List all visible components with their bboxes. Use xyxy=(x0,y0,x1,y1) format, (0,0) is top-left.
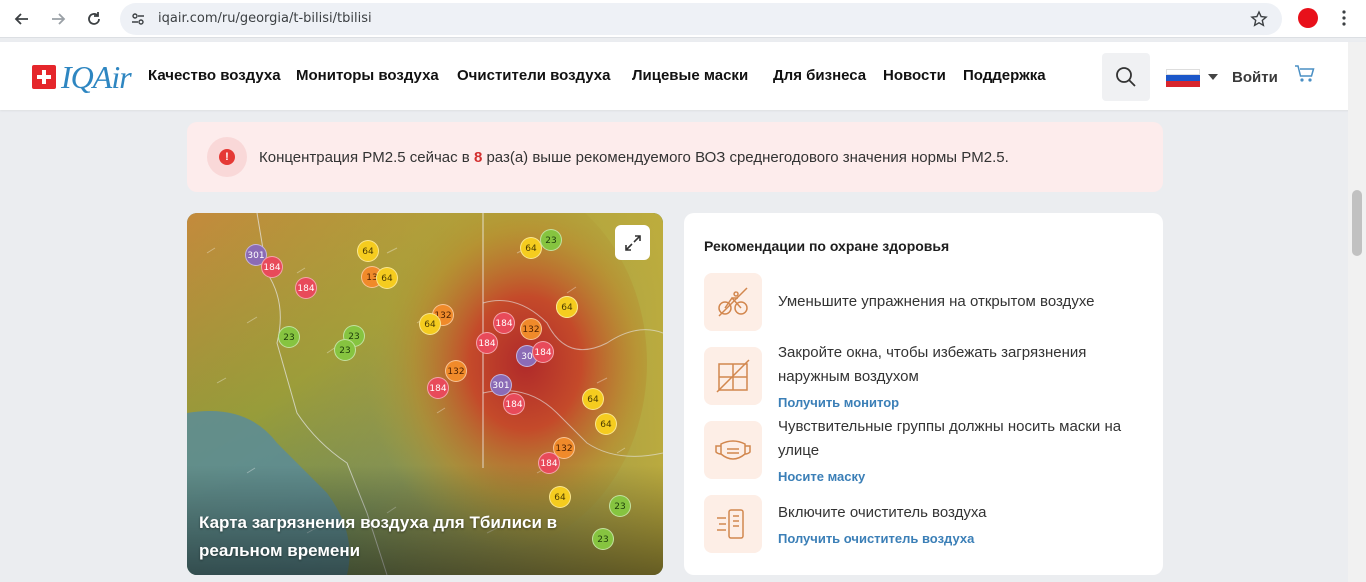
pollution-map[interactable]: 301 184 64 13 64 184 64 23 64 23 23 23 1… xyxy=(187,213,663,575)
site-header: IQAir Качество воздуха Мониторы воздуха … xyxy=(0,42,1366,110)
search-button[interactable] xyxy=(1102,53,1150,101)
language-caret-icon[interactable] xyxy=(1208,74,1218,80)
nav-news[interactable]: Новости xyxy=(883,67,946,84)
air-purifier-icon xyxy=(704,495,762,553)
logo-text: IQAir xyxy=(61,58,132,95)
map-marker[interactable]: 184 xyxy=(261,256,283,278)
reload-button[interactable] xyxy=(82,7,106,31)
nav-air-purifiers[interactable]: Очистители воздуха xyxy=(457,67,610,84)
map-marker[interactable]: 64 xyxy=(376,267,398,289)
map-marker[interactable]: 184 xyxy=(503,393,525,415)
alert-text-before: Концентрация PM2.5 сейчас в xyxy=(259,149,474,166)
exclamation-icon: ! xyxy=(219,149,235,165)
arrow-left-icon xyxy=(14,13,28,25)
login-link[interactable]: Войти xyxy=(1232,69,1278,86)
reload-icon xyxy=(88,12,100,25)
scrollbar-thumb[interactable] xyxy=(1352,190,1362,256)
arrow-right-icon xyxy=(52,13,66,25)
map-marker[interactable]: 64 xyxy=(520,237,542,259)
map-marker[interactable]: 64 xyxy=(582,388,604,410)
map-marker[interactable]: 132 xyxy=(520,318,542,340)
recommendations-title: Рекомендации по охране здоровья xyxy=(704,238,950,254)
nav-air-quality[interactable]: Качество воздуха xyxy=(148,67,281,84)
nav-support[interactable]: Поддержка xyxy=(963,67,1046,84)
map-marker[interactable]: 301 xyxy=(490,374,512,396)
map-marker[interactable]: 184 xyxy=(538,452,560,474)
search-icon xyxy=(1116,67,1136,87)
map-marker[interactable]: 184 xyxy=(532,341,554,363)
cart-icon[interactable] xyxy=(1294,64,1316,89)
alert-message: Концентрация PM2.5 сейчас в 8 раз(а) выш… xyxy=(259,149,1009,166)
alert-text-after: раз(а) выше рекомендуемого ВОЗ среднегод… xyxy=(482,149,1009,166)
recommendation-text: Чувствительные группы должны носить маск… xyxy=(778,418,1122,459)
expand-icon xyxy=(624,234,641,251)
map-marker[interactable]: 23 xyxy=(278,326,300,348)
map-marker[interactable]: 64 xyxy=(419,313,441,335)
page-scrollbar[interactable] xyxy=(1348,42,1366,582)
nav-air-monitors[interactable]: Мониторы воздуха xyxy=(296,67,439,84)
face-mask-icon xyxy=(704,421,762,479)
map-marker[interactable]: 23 xyxy=(540,229,562,251)
no-cycling-icon xyxy=(704,273,762,331)
swiss-cross-icon xyxy=(32,65,56,89)
profile-avatar[interactable] xyxy=(1298,8,1318,28)
recommendation-text: Закройте окна, чтобы избежать загрязнени… xyxy=(778,344,1087,385)
nav-business[interactable]: Для бизнеса xyxy=(773,67,866,84)
wear-mask-link[interactable]: Носите маску xyxy=(778,469,865,484)
map-caption: Карта загрязнения воздуха для Тбилиси в … xyxy=(199,513,558,560)
recommendation-text: Уменьшите упражнения на открытом воздухе xyxy=(778,293,1095,310)
map-marker[interactable]: 184 xyxy=(427,377,449,399)
browser-toolbar: iqair.com/ru/georgia/t-bilisi/tbilisi xyxy=(0,0,1366,38)
get-monitor-link[interactable]: Получить монитор xyxy=(778,395,899,410)
map-expand-button[interactable] xyxy=(615,225,650,260)
iqair-logo[interactable]: IQAir xyxy=(32,58,132,95)
map-marker[interactable]: 184 xyxy=(493,312,515,334)
get-purifier-link[interactable]: Получить очиститель воздуха xyxy=(778,531,974,546)
bookmark-star-icon[interactable] xyxy=(1250,10,1268,33)
russia-flag-icon[interactable] xyxy=(1166,69,1200,87)
alert-icon-wrap: ! xyxy=(207,137,247,177)
back-button[interactable] xyxy=(10,7,34,31)
health-recommendations: Рекомендации по охране здоровья Уменьшит… xyxy=(684,213,1163,575)
closed-window-icon xyxy=(704,347,762,405)
map-marker[interactable]: 132 xyxy=(445,360,467,382)
map-marker[interactable]: 184 xyxy=(476,332,498,354)
site-settings-icon[interactable] xyxy=(130,11,146,32)
nav-face-masks[interactable]: Лицевые маски xyxy=(632,67,748,84)
map-marker[interactable]: 184 xyxy=(295,277,317,299)
forward-button[interactable] xyxy=(46,7,70,31)
map-marker[interactable]: 64 xyxy=(357,240,379,262)
map-marker[interactable]: 23 xyxy=(334,339,356,361)
recommendation-text: Включите очиститель воздуха xyxy=(778,504,987,521)
browser-menu-icon[interactable] xyxy=(1334,8,1354,33)
map-marker[interactable]: 64 xyxy=(595,413,617,435)
address-bar[interactable]: iqair.com/ru/georgia/t-bilisi/tbilisi xyxy=(120,3,1282,35)
map-marker[interactable]: 64 xyxy=(549,486,571,508)
map-marker[interactable]: 64 xyxy=(556,296,578,318)
pm25-alert: ! Концентрация PM2.5 сейчас в 8 раз(а) в… xyxy=(187,122,1163,192)
url-text: iqair.com/ru/georgia/t-bilisi/tbilisi xyxy=(158,11,372,26)
